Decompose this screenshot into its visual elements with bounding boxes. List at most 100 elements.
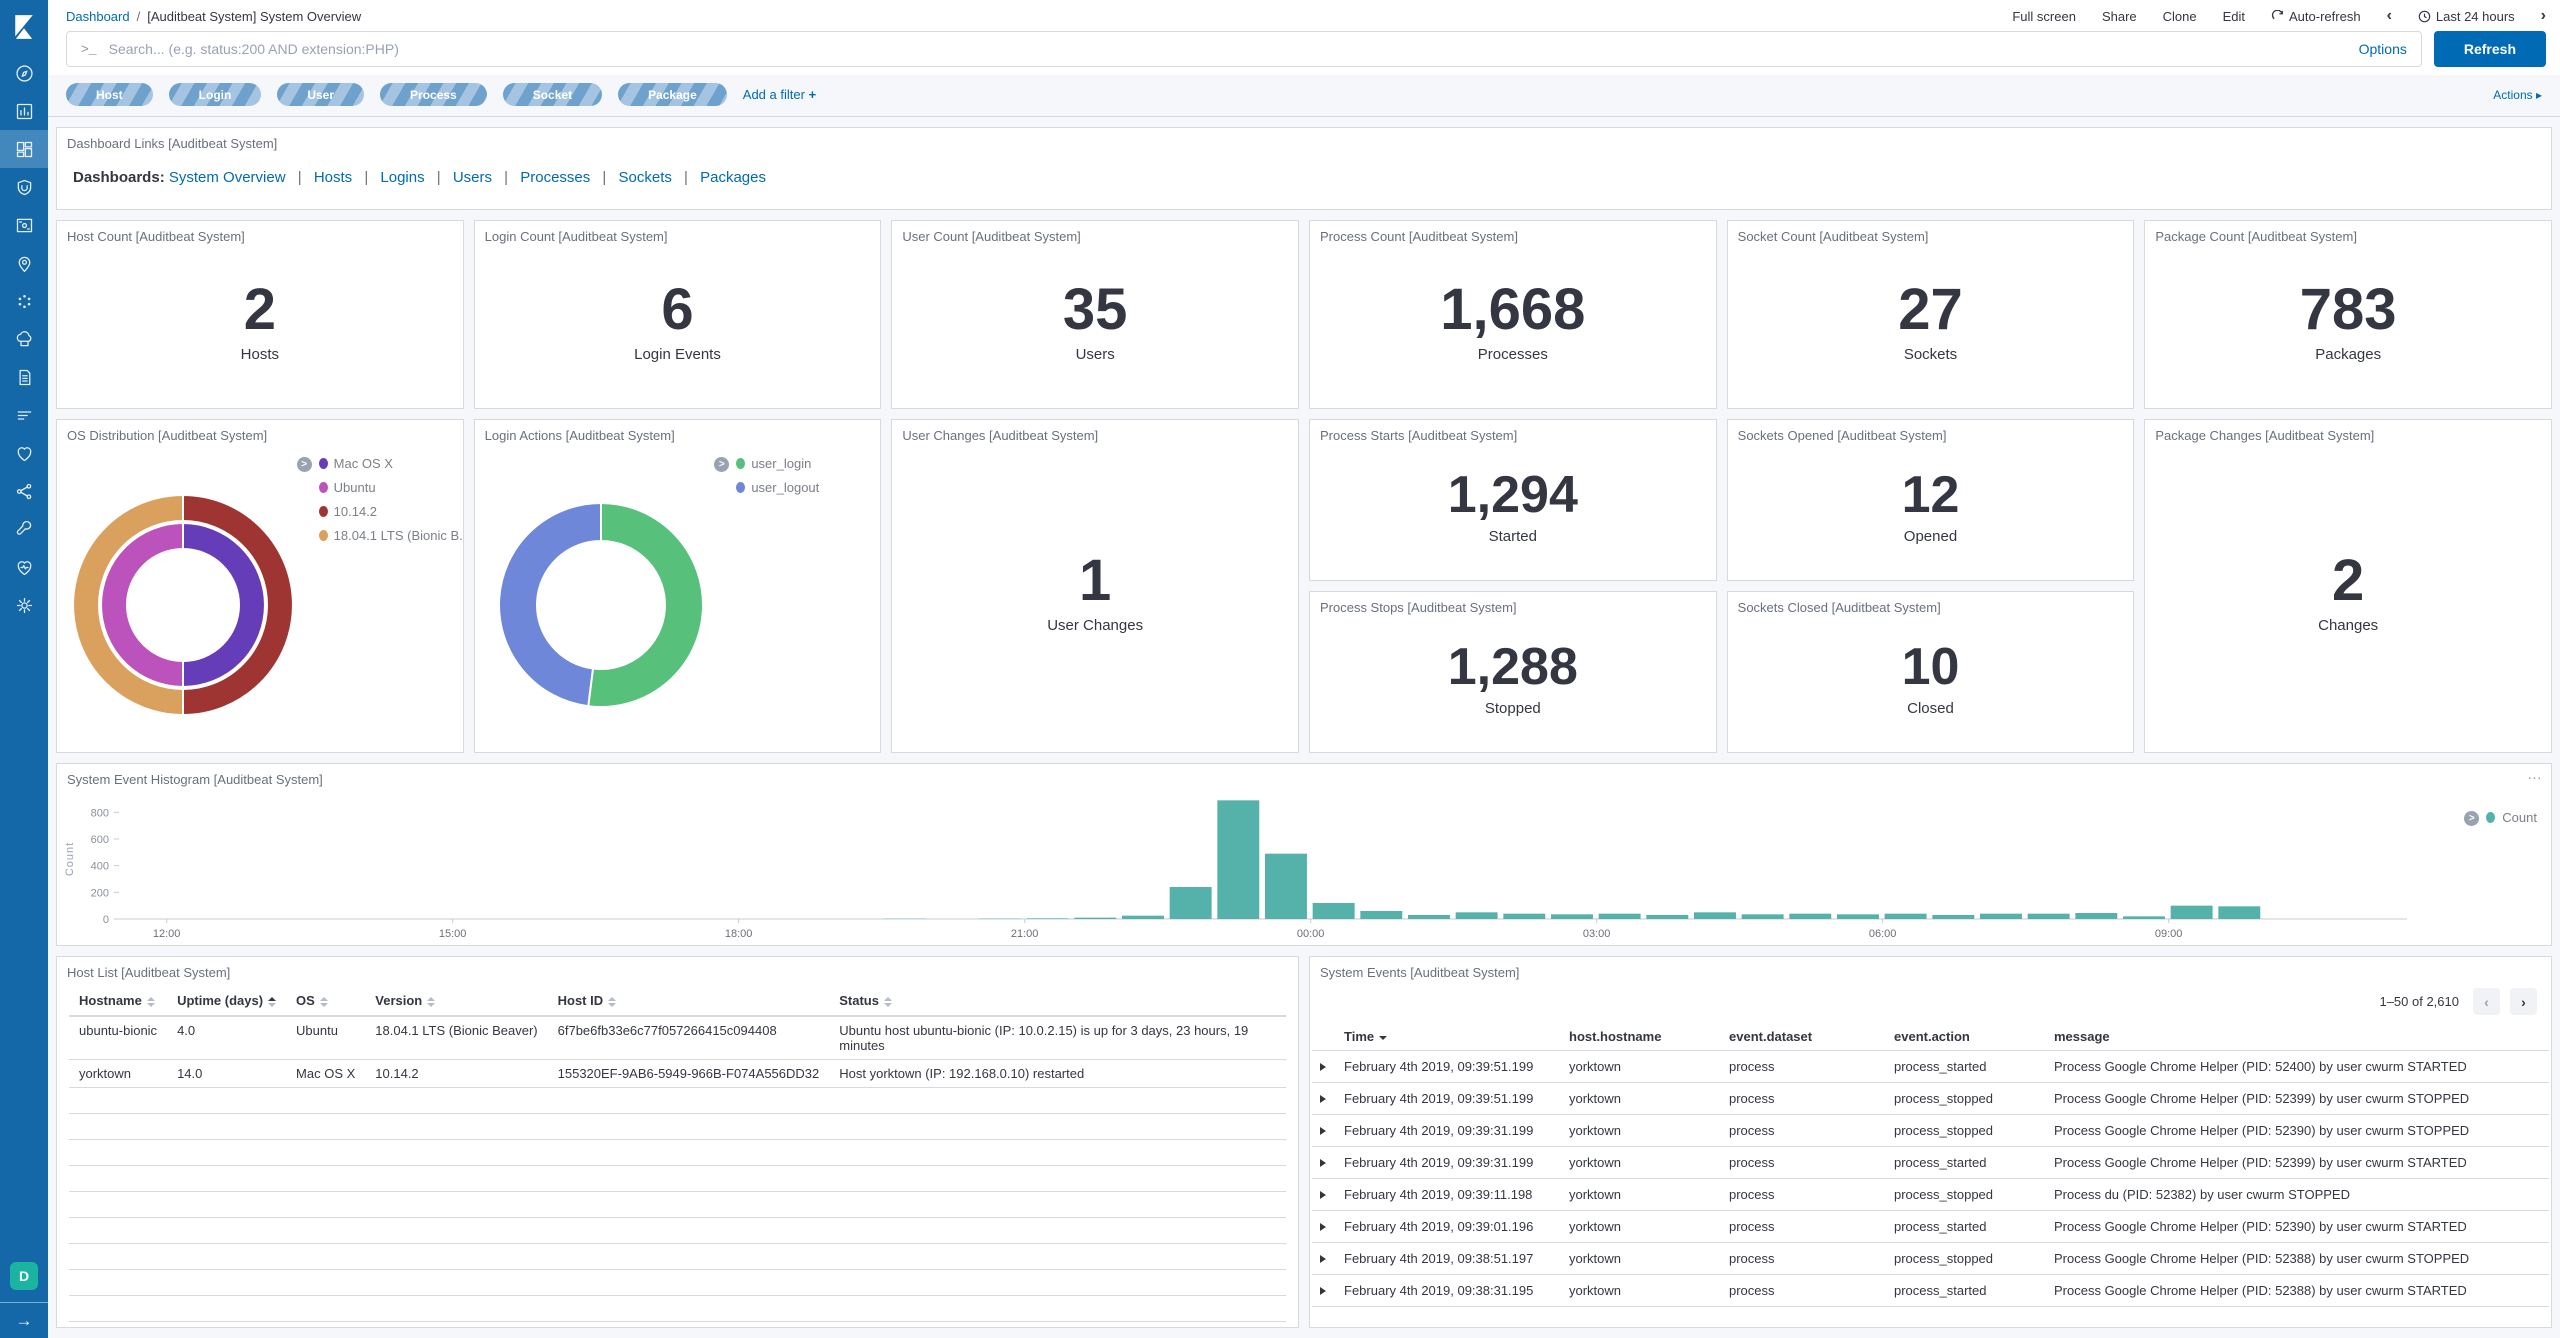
dashboard-link-sockets[interactable]: Sockets xyxy=(619,169,672,186)
table-row[interactable]: February 4th 2019, 09:39:51.199yorktownp… xyxy=(1312,1051,2549,1083)
filter-pill-host[interactable]: Host xyxy=(66,83,153,106)
pagination-next-button[interactable]: › xyxy=(2510,988,2537,1015)
histogram-bar[interactable] xyxy=(1599,913,1641,918)
histogram-bar[interactable] xyxy=(1932,915,1974,919)
auto-refresh-button[interactable]: Auto-refresh xyxy=(2271,9,2361,24)
top-menu-share[interactable]: Share xyxy=(2102,9,2137,24)
table-row[interactable]: February 4th 2019, 09:38:31.195yorktownp… xyxy=(1312,1275,2549,1307)
sidebar-item-management[interactable] xyxy=(0,586,48,624)
expand-cell[interactable] xyxy=(1312,1243,1336,1275)
histogram-bar[interactable] xyxy=(1027,918,1069,919)
expand-caret-icon[interactable] xyxy=(1320,1191,1326,1199)
sidebar-item-maps[interactable] xyxy=(0,244,48,282)
expand-caret-icon[interactable] xyxy=(1320,1223,1326,1231)
space-switcher-badge[interactable]: D xyxy=(10,1262,38,1290)
column-header-event-dataset[interactable]: event.dataset xyxy=(1721,1023,1886,1051)
column-header-time[interactable]: Time xyxy=(1336,1023,1561,1051)
refresh-button[interactable]: Refresh xyxy=(2434,31,2546,67)
column-header-os[interactable]: OS xyxy=(286,986,365,1016)
sidebar-item-infrastructure[interactable] xyxy=(0,320,48,358)
histogram-bar[interactable] xyxy=(1551,914,1593,919)
dashboard-link-logins[interactable]: Logins xyxy=(380,169,424,186)
histogram-bar[interactable] xyxy=(1360,911,1402,919)
sidebar-item-dev-tools[interactable] xyxy=(0,510,48,548)
column-header-status[interactable]: Status xyxy=(829,986,1286,1016)
table-row[interactable]: February 4th 2019, 09:39:11.198yorktownp… xyxy=(1312,1179,2549,1211)
expand-caret-icon[interactable] xyxy=(1320,1287,1326,1295)
column-header-event-action[interactable]: event.action xyxy=(1886,1023,2046,1051)
sidebar-collapse-arrow-icon[interactable]: → xyxy=(0,1302,48,1338)
legend-item-count[interactable]: Count xyxy=(2502,810,2537,825)
histogram-bar[interactable] xyxy=(1170,887,1212,919)
histogram-bar[interactable] xyxy=(1408,915,1450,919)
legend-item-18-04-1-lts-bionic-b-[interactable]: 18.04.1 LTS (Bionic B... xyxy=(319,528,464,543)
legend-item-10-14-2[interactable]: 10.14.2 xyxy=(319,504,464,519)
legend-item-user-logout[interactable]: user_logout xyxy=(736,480,872,495)
legend-toggle-chevron-icon[interactable]: > xyxy=(2464,811,2479,826)
histogram-bar[interactable] xyxy=(1313,903,1355,919)
expand-cell[interactable] xyxy=(1312,1051,1336,1083)
histogram-bar[interactable] xyxy=(2171,905,2213,918)
filter-pill-process[interactable]: Process xyxy=(380,83,487,106)
filter-pill-user[interactable]: User xyxy=(277,83,364,106)
histogram-bar[interactable] xyxy=(1646,915,1688,919)
filter-pill-socket[interactable]: Socket xyxy=(503,83,602,106)
histogram-bar[interactable] xyxy=(1742,914,1784,919)
table-row[interactable]: February 4th 2019, 09:38:51.197yorktownp… xyxy=(1312,1243,2549,1275)
sidebar-item-visualize[interactable] xyxy=(0,92,48,130)
donut-slice-user-logout[interactable] xyxy=(499,503,601,706)
column-header-uptime-days-[interactable]: Uptime (days) xyxy=(167,986,286,1016)
histogram-bar[interactable] xyxy=(1122,915,1164,918)
histogram-bar[interactable] xyxy=(1789,913,1831,918)
sidebar-item-uptime[interactable] xyxy=(0,434,48,472)
expand-cell[interactable] xyxy=(1312,1179,1336,1211)
histogram-bar[interactable] xyxy=(1456,912,1498,919)
column-header-message[interactable]: message xyxy=(2046,1023,2549,1051)
legend-item-user-login[interactable]: user_login xyxy=(736,456,872,471)
sidebar-item-canvas[interactable] xyxy=(0,206,48,244)
sidebar-item-logs[interactable] xyxy=(0,358,48,396)
column-header-host-id[interactable]: Host ID xyxy=(548,986,830,1016)
panel-options-icon[interactable]: … xyxy=(2527,766,2543,783)
histogram-bar[interactable] xyxy=(1503,913,1545,918)
legend-item-ubuntu[interactable]: Ubuntu xyxy=(319,480,464,495)
top-menu-edit[interactable]: Edit xyxy=(2223,9,2245,24)
legend-toggle-chevron-icon[interactable]: > xyxy=(714,457,729,472)
histogram-bar[interactable] xyxy=(1217,800,1259,919)
actions-menu-button[interactable]: Actions ▸ xyxy=(2493,88,2542,102)
donut-slice-user-login[interactable] xyxy=(588,503,703,707)
top-menu-full-screen[interactable]: Full screen xyxy=(2012,9,2076,24)
options-link[interactable]: Options xyxy=(2347,41,2407,57)
histogram-bar[interactable] xyxy=(1885,913,1927,918)
breadcrumb-dashboard-link[interactable]: Dashboard xyxy=(66,9,130,24)
filter-pill-package[interactable]: Package xyxy=(618,83,727,106)
kibana-logo[interactable] xyxy=(0,0,48,54)
filter-pill-login[interactable]: Login xyxy=(169,83,262,106)
sidebar-item-dashboard[interactable] xyxy=(0,130,48,168)
expand-cell[interactable] xyxy=(1312,1115,1336,1147)
sidebar-item-apm[interactable] xyxy=(0,396,48,434)
sidebar-item-monitoring[interactable] xyxy=(0,548,48,586)
histogram-bar[interactable] xyxy=(1837,914,1879,919)
histogram-bar[interactable] xyxy=(2075,913,2117,919)
table-row[interactable]: February 4th 2019, 09:39:51.199yorktownp… xyxy=(1312,1083,2549,1115)
time-forward-chevron-icon[interactable]: › xyxy=(2541,7,2546,25)
expand-cell[interactable] xyxy=(1312,1083,1336,1115)
histogram-bar[interactable] xyxy=(2218,906,2260,919)
table-row[interactable]: February 4th 2019, 09:39:01.196yorktownp… xyxy=(1312,1211,2549,1243)
time-range-picker[interactable]: Last 24 hours xyxy=(2418,9,2515,24)
sidebar-item-discover[interactable] xyxy=(0,54,48,92)
column-header-version[interactable]: Version xyxy=(365,986,547,1016)
dashboard-link-users[interactable]: Users xyxy=(453,169,492,186)
histogram-bar[interactable] xyxy=(2028,913,2070,918)
add-filter-button[interactable]: Add a filter + xyxy=(743,87,816,102)
expand-caret-icon[interactable] xyxy=(1320,1159,1326,1167)
table-row[interactable]: yorktown14.0Mac OS X10.14.2155320EF-9AB6… xyxy=(69,1060,1286,1088)
column-header-hostname[interactable]: Hostname xyxy=(69,986,167,1016)
histogram-bar[interactable] xyxy=(1074,917,1116,918)
sidebar-item-graph[interactable] xyxy=(0,472,48,510)
table-row[interactable]: February 4th 2019, 09:39:31.199yorktownp… xyxy=(1312,1115,2549,1147)
histogram-bar[interactable] xyxy=(1980,913,2022,918)
expand-caret-icon[interactable] xyxy=(1320,1255,1326,1263)
dashboard-link-packages[interactable]: Packages xyxy=(700,169,766,186)
